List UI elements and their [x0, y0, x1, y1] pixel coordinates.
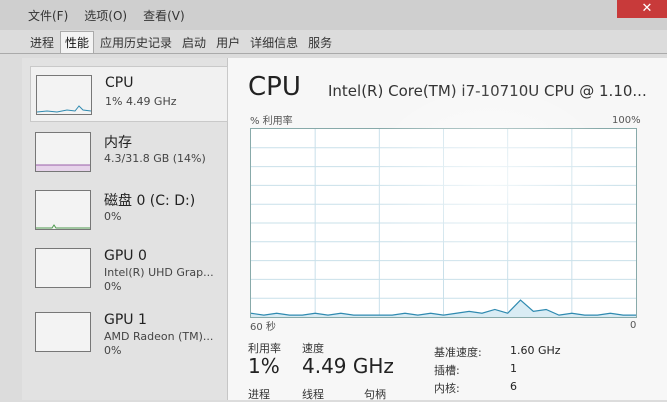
- sidebar-subtitle: AMD Radeon (TM)...: [104, 330, 214, 343]
- base-speed-value: 1.60 GHz: [510, 344, 561, 357]
- disk-thumbnail: [35, 190, 91, 230]
- graph-xmin-label: 0: [630, 320, 637, 331]
- cpu-detail-panel: CPU Intel(R) Core(TM) i7-10710U CPU @ 1.…: [228, 58, 667, 401]
- sidebar-title: CPU: [105, 75, 134, 91]
- tab-details[interactable]: 详细信息: [246, 32, 302, 53]
- graph-ymax-label: 100%: [612, 115, 641, 126]
- sidebar-subtitle: 1% 4.49 GHz: [105, 95, 177, 108]
- cores-label: 内核:: [434, 382, 460, 395]
- tab-startup[interactable]: 启动: [178, 32, 210, 53]
- tab-services[interactable]: 服务: [304, 32, 336, 53]
- sidebar-item-disk[interactable]: 磁盘 0 (C: D:) 0%: [30, 182, 228, 238]
- sidebar-title: 磁盘 0 (C: D:): [104, 193, 196, 209]
- cpu-usage-graph: [250, 128, 637, 318]
- tab-users[interactable]: 用户: [212, 32, 244, 53]
- graph-xlabel: 60 秒: [250, 322, 276, 333]
- sidebar-usage: 0%: [104, 344, 122, 357]
- sidebar-usage: 0%: [104, 280, 122, 293]
- speed-value: 4.49 GHz: [302, 354, 394, 378]
- sidebar-item-gpu0[interactable]: GPU 0 Intel(R) UHD Grap... 0%: [30, 240, 228, 300]
- resource-sidebar: CPU 1% 4.49 GHz 内存 4.3/31.8 GB (14%) 磁盘 …: [22, 58, 228, 400]
- tab-bar: 进程 性能 应用历史记录 启动 用户 详细信息 服务: [0, 31, 667, 54]
- menu-view[interactable]: 查看(V): [143, 7, 185, 24]
- menu-file[interactable]: 文件(F): [28, 7, 68, 24]
- sockets-label: 插槽:: [434, 364, 460, 377]
- menu-bar: 文件(F) 选项(O) 查看(V): [0, 0, 667, 30]
- tab-processes[interactable]: 进程: [26, 32, 58, 53]
- sidebar-title: GPU 1: [104, 312, 147, 328]
- menu-options[interactable]: 选项(O): [84, 7, 127, 24]
- gpu1-thumbnail: [35, 312, 91, 352]
- utilization-value: 1%: [248, 354, 280, 378]
- memory-thumbnail: [35, 132, 91, 172]
- cores-value: 6: [510, 380, 517, 393]
- sidebar-title: GPU 0: [104, 248, 147, 264]
- cpu-thumbnail: [36, 75, 92, 115]
- sidebar-item-memory[interactable]: 内存 4.3/31.8 GB (14%): [30, 124, 228, 180]
- close-button[interactable]: ✕: [617, 0, 667, 18]
- cpu-model-name: Intel(R) Core(TM) i7-10710U CPU @ 1.10..…: [328, 82, 647, 100]
- gpu0-thumbnail: [35, 248, 91, 288]
- sockets-value: 1: [510, 362, 517, 375]
- sidebar-subtitle: Intel(R) UHD Grap...: [104, 266, 214, 279]
- cpu-usage-chart: [250, 129, 636, 317]
- base-speed-label: 基准速度:: [434, 346, 482, 359]
- tab-app-history[interactable]: 应用历史记录: [96, 32, 176, 53]
- tab-performance[interactable]: 性能: [60, 31, 95, 53]
- sidebar-subtitle: 0%: [104, 210, 122, 223]
- sidebar-item-cpu[interactable]: CPU 1% 4.49 GHz: [30, 66, 228, 122]
- graph-ylabel: % 利用率: [250, 116, 293, 127]
- sidebar-title: 内存: [104, 135, 132, 151]
- sidebar-item-gpu1[interactable]: GPU 1 AMD Radeon (TM)... 0%: [30, 304, 228, 364]
- sidebar-subtitle: 4.3/31.8 GB (14%): [104, 152, 206, 165]
- page-title: CPU: [248, 72, 301, 102]
